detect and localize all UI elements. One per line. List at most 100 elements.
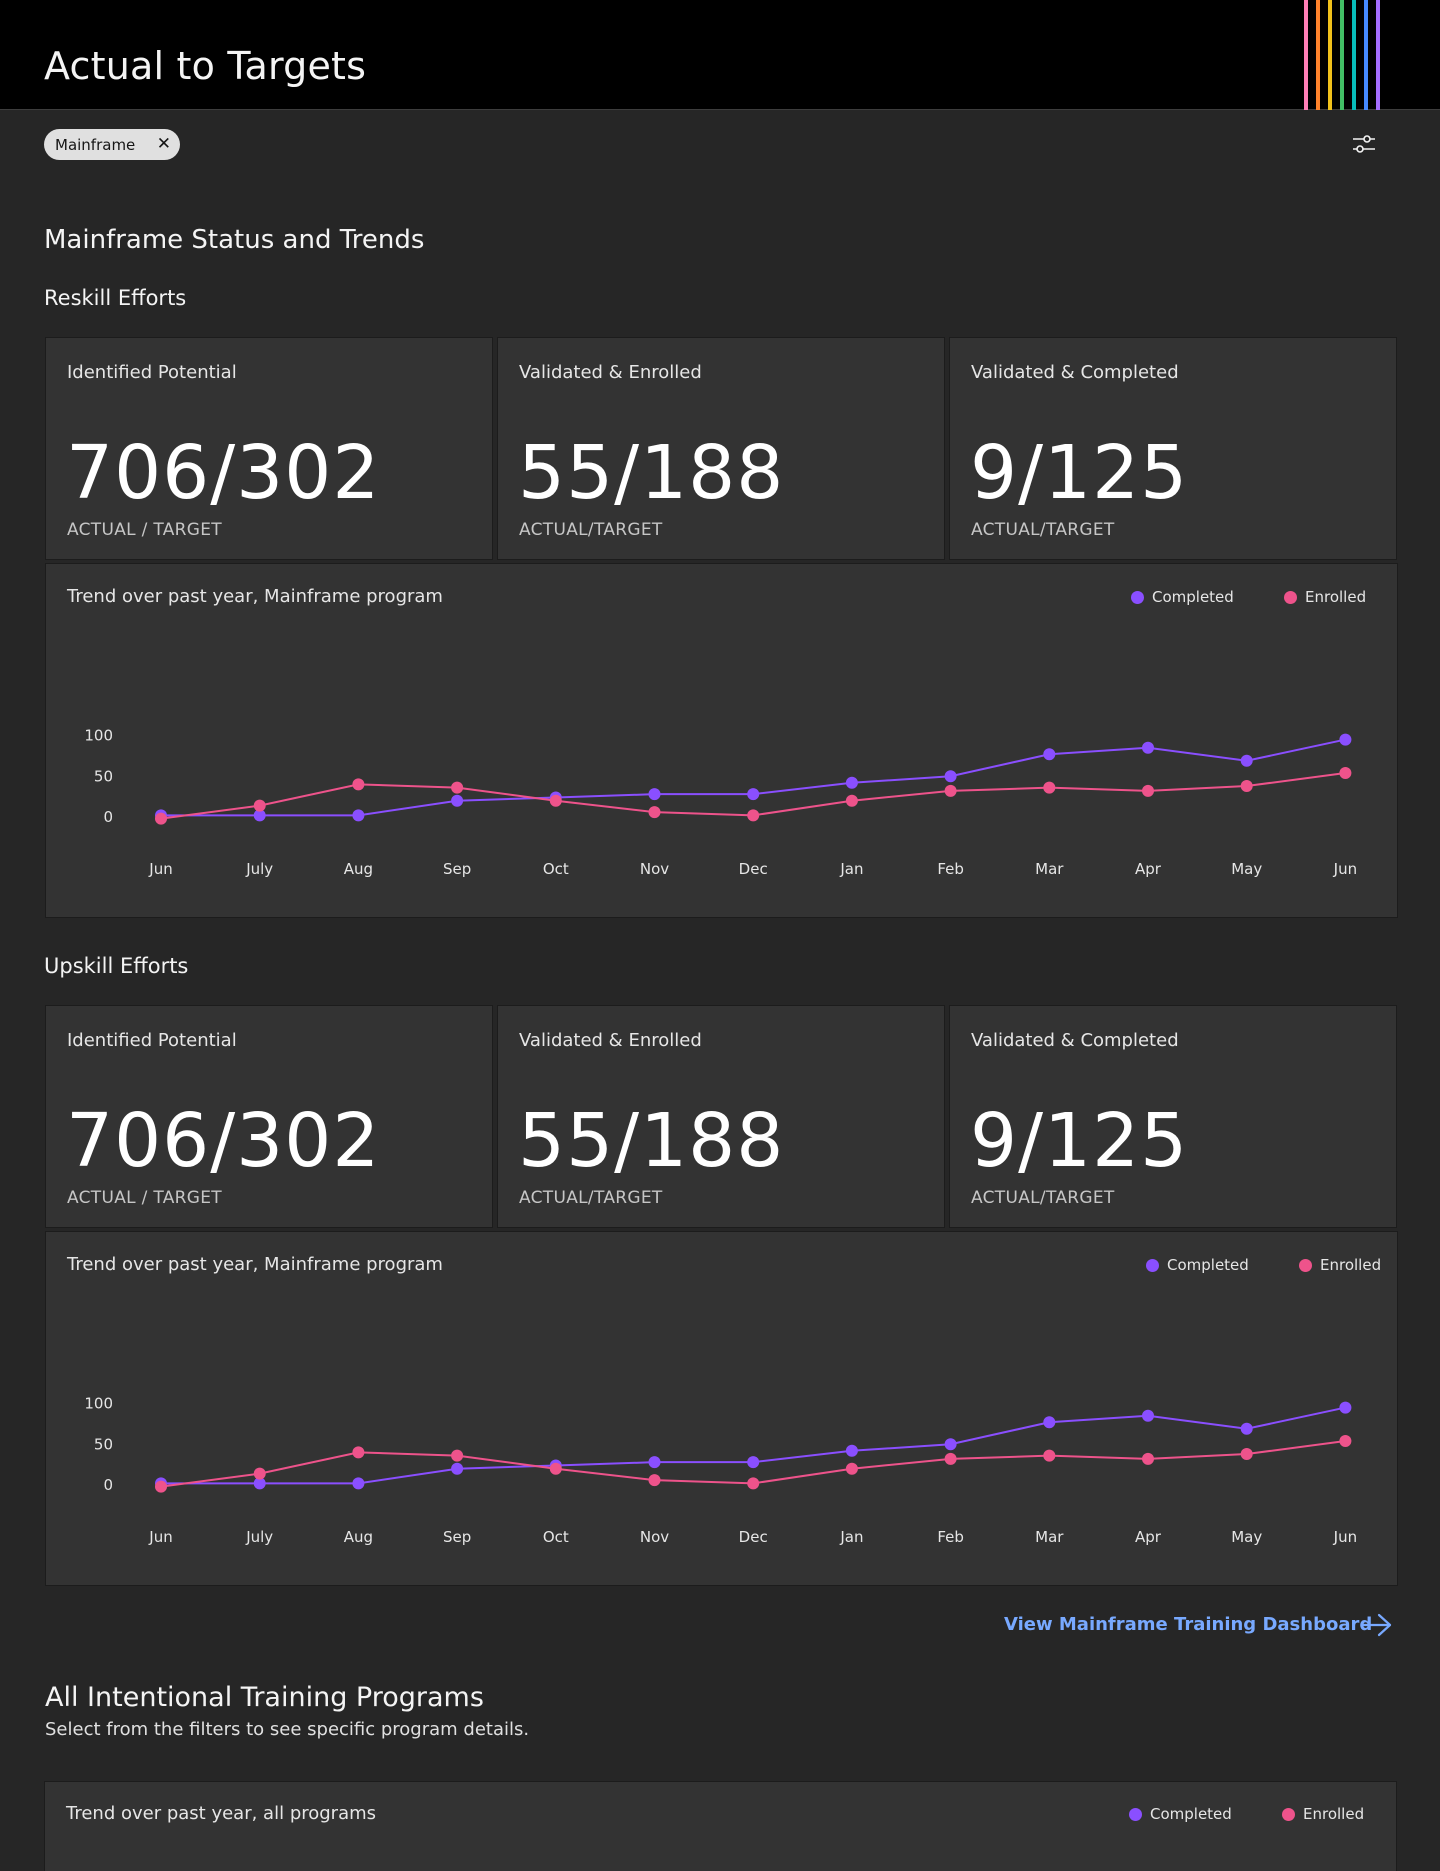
data-point-enrolled [549, 794, 562, 807]
x-tick-label: Jun [1333, 1528, 1357, 1546]
data-point-enrolled [747, 1477, 760, 1490]
data-point-enrolled [944, 1452, 957, 1465]
legend-label: Completed [1150, 1805, 1232, 1823]
all-programs-description: Select from the filters to see specific … [45, 1719, 530, 1740]
data-point-completed [1043, 748, 1056, 761]
reskill-heading: Reskill Efforts [44, 286, 187, 310]
x-tick-label: Mar [1035, 860, 1064, 878]
card-value: 55/188 [518, 430, 785, 516]
card-value: 706/302 [66, 430, 381, 516]
legend-enrolled: Enrolled [1282, 1805, 1364, 1823]
data-point-enrolled [845, 1462, 858, 1475]
data-point-enrolled [155, 812, 167, 825]
x-tick-label: July [245, 1528, 273, 1546]
data-point-enrolled [451, 781, 464, 794]
data-point-enrolled [1339, 766, 1352, 779]
all-programs-heading: All Intentional Training Programs [45, 1682, 484, 1713]
card-subtitle: ACTUAL/TARGET [519, 1188, 663, 1208]
data-point-completed [1142, 741, 1154, 754]
data-point-completed [747, 1456, 760, 1469]
data-point-enrolled [1043, 781, 1056, 794]
data-point-enrolled [1240, 780, 1253, 793]
brand-stripe [1376, 0, 1380, 110]
data-point-completed [648, 788, 661, 801]
brand-stripe [1316, 0, 1320, 110]
card-subtitle: ACTUAL/TARGET [971, 1188, 1115, 1208]
line-chart: 0 50 100 Jun July Aug Sep Oct Nov Dec Jan Feb Mar Apr… [84, 727, 1357, 879]
data-point-enrolled [352, 778, 365, 791]
data-point-enrolled [253, 1467, 266, 1480]
y-tick-label: 100 [84, 727, 113, 745]
data-point-completed [1339, 1401, 1352, 1414]
x-tick-label: Nov [640, 860, 669, 878]
x-tick-label: May [1231, 1528, 1262, 1546]
all-programs-trend-chart: Trend over past year, all programs Compl… [44, 1781, 1397, 1871]
arrow-right-icon[interactable] [1360, 1612, 1394, 1638]
data-point-completed [352, 809, 365, 822]
x-tick-label: Sep [443, 1528, 471, 1546]
filter-chip[interactable]: Mainframe ✕ [44, 129, 180, 160]
legend-dot [1129, 1807, 1142, 1821]
card-title: Validated & Enrolled [519, 362, 702, 383]
card-title: Validated & Completed [971, 362, 1179, 383]
page-title: Actual to Targets [44, 44, 367, 88]
stat-card-validated-completed: Validated & Completed 9/125 ACTUAL/TARGE… [949, 1005, 1397, 1228]
series-line-completed [161, 738, 1346, 817]
brand-stripe [1304, 0, 1308, 110]
data-point-completed [1043, 1416, 1056, 1429]
data-point-enrolled [1142, 1452, 1154, 1465]
data-point-completed [1240, 754, 1253, 767]
brand-stripe [1352, 0, 1356, 110]
data-point-completed [1142, 1409, 1154, 1422]
x-tick-label: Aug [344, 860, 373, 878]
upskill-heading: Upskill Efforts [44, 954, 189, 978]
data-point-completed [944, 770, 957, 783]
x-tick-label: July [245, 860, 273, 878]
brand-stripe [1340, 0, 1344, 110]
data-point-completed [451, 794, 464, 807]
stat-card-validated-enrolled: Validated & Enrolled 55/188 ACTUAL/TARGE… [497, 337, 945, 560]
x-tick-label: Feb [937, 1528, 964, 1546]
card-value: 9/125 [970, 430, 1189, 516]
legend-label: Enrolled [1305, 588, 1367, 606]
sliders-icon[interactable] [1350, 130, 1378, 158]
x-tick-label: Sep [443, 860, 471, 878]
view-dashboard-link[interactable]: View Mainframe Training Dashboard [1004, 1614, 1372, 1635]
x-tick-label: Nov [640, 1528, 669, 1546]
card-title: Validated & Enrolled [519, 1030, 702, 1051]
y-tick-label: 50 [94, 767, 113, 785]
section-heading: Mainframe Status and Trends [44, 225, 425, 255]
data-point-enrolled [451, 1449, 464, 1462]
legend-label: Completed [1152, 588, 1234, 606]
data-point-enrolled [253, 799, 266, 812]
app-header: Actual to Targets [0, 0, 1440, 110]
data-point-enrolled [1339, 1434, 1352, 1447]
data-point-enrolled [845, 794, 858, 807]
x-tick-label: Mar [1035, 1528, 1064, 1546]
close-icon[interactable]: ✕ [157, 134, 171, 154]
legend-completed: Completed [1146, 1256, 1249, 1274]
line-chart: 0 50 100 Jun July Aug Sep Oct Nov Dec Jan Feb Mar Apr… [84, 1395, 1357, 1547]
x-tick-label: Dec [739, 1528, 768, 1546]
data-point-completed [747, 788, 760, 801]
card-value: 55/188 [518, 1098, 785, 1184]
x-tick-label: Jun [148, 1528, 172, 1546]
card-subtitle: ACTUAL / TARGET [67, 520, 222, 540]
data-point-enrolled [549, 1462, 562, 1475]
x-tick-label: Jan [839, 860, 863, 878]
stat-card-identified-potential: Identified Potential 706/302 ACTUAL / TA… [45, 1005, 493, 1228]
legend-completed: Completed [1129, 1805, 1232, 1823]
chart-title: Trend over past year, all programs [66, 1803, 377, 1824]
data-point-enrolled [1240, 1448, 1253, 1461]
reskill-trend-chart: 0 50 100 Jun July Aug Sep Oct Nov Dec Jan Feb Mar Apr… [45, 563, 1398, 918]
x-tick-label: Jun [148, 860, 172, 878]
y-tick-label: 50 [94, 1435, 113, 1453]
data-point-completed [845, 1444, 858, 1457]
legend-label: Enrolled [1303, 1805, 1365, 1823]
data-point-completed [1339, 733, 1352, 746]
legend-dot [1131, 590, 1144, 604]
legend-dot [1299, 1258, 1312, 1272]
stat-card-validated-completed: Validated & Completed 9/125 ACTUAL/TARGE… [949, 337, 1397, 560]
x-tick-label: Apr [1135, 1528, 1162, 1546]
card-title: Identified Potential [67, 362, 237, 383]
